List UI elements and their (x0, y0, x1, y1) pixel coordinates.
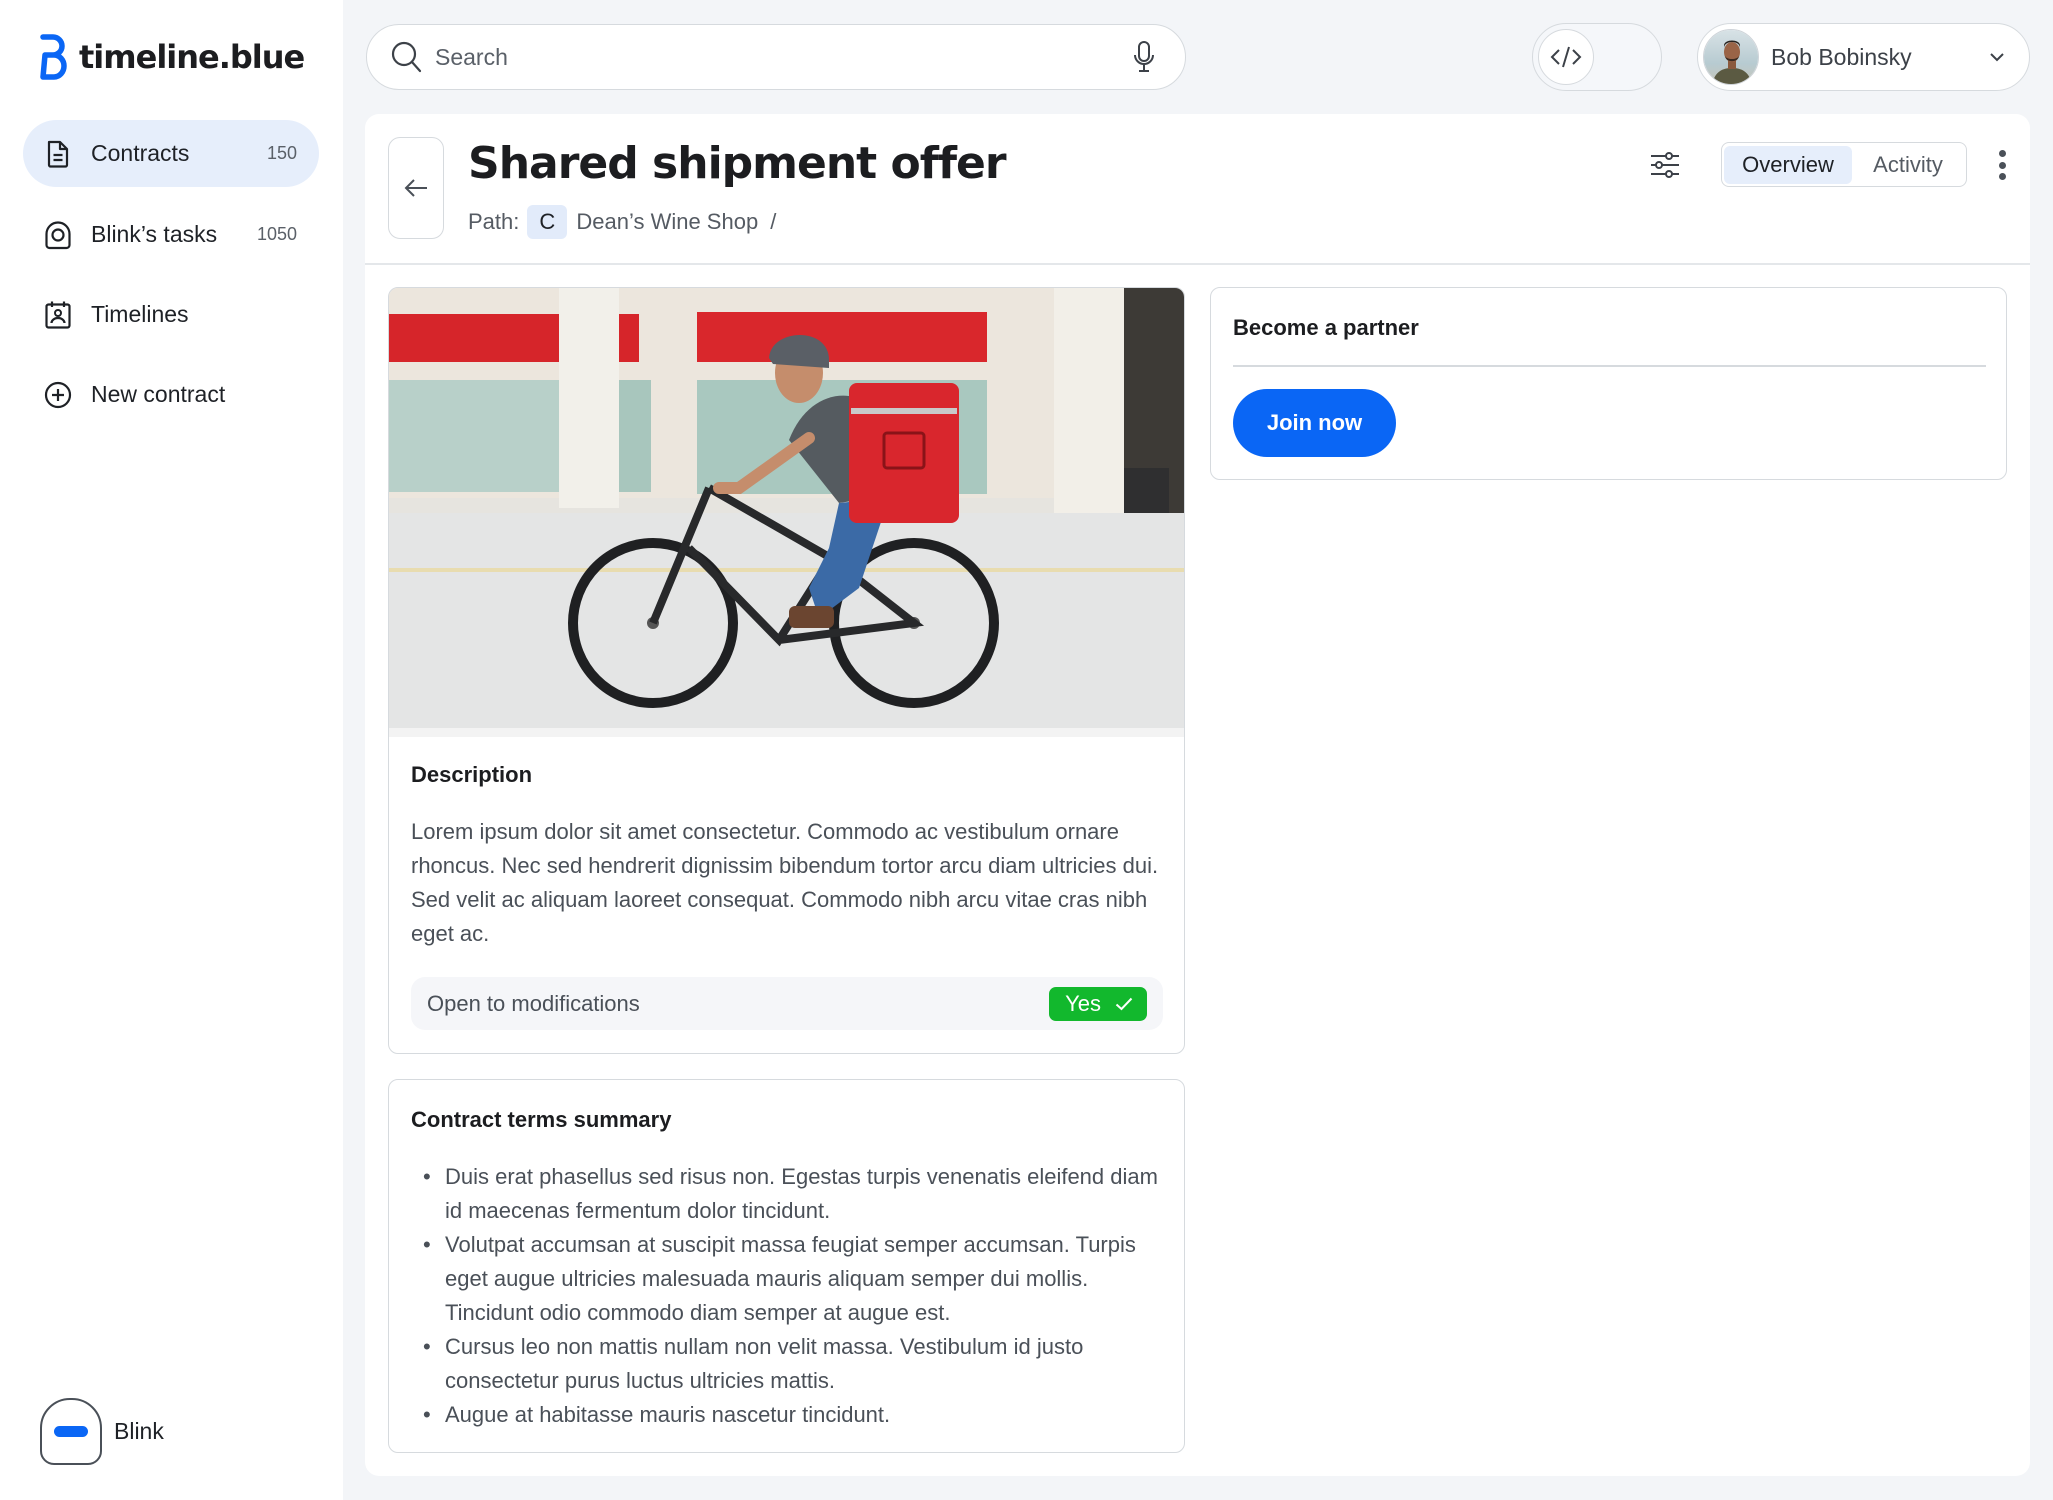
path-separator: / (770, 209, 777, 234)
sidebar-item-count: 150 (266, 143, 297, 163)
sidebar-item-label: Blink’s tasks (91, 221, 218, 247)
avatar (1703, 29, 1759, 85)
toggle-knob (1538, 29, 1594, 85)
hero-image (389, 288, 1184, 737)
plus-circle-icon (43, 380, 73, 410)
sidebar-item-count: 1050 (256, 224, 297, 244)
brand-name: timeline.blue (79, 38, 305, 76)
blink-assistant-icon (40, 1398, 102, 1465)
blink-assistant[interactable]: Blink (40, 1398, 164, 1465)
list-item: Volutpat accumsan at suscipit massa feug… (411, 1228, 1171, 1330)
status-badge: Yes (1049, 986, 1147, 1021)
partner-card: Become a partner Join now (1210, 287, 2007, 480)
blink-label: Blink (114, 1418, 164, 1444)
user-name: Bob Bobinsky (1771, 43, 1912, 70)
sidebar-item-timelines[interactable]: Timelines (23, 281, 319, 348)
join-now-button[interactable]: Join now (1233, 389, 1396, 457)
sidebar-item-label: Timelines (91, 301, 189, 327)
back-button[interactable] (388, 137, 444, 239)
description-heading: Description (411, 762, 533, 787)
modifications-label: Open to modifications (427, 990, 640, 1016)
sidebar-item-label: New contract (91, 381, 226, 407)
filter-settings-icon[interactable] (1650, 150, 1680, 180)
brand-logo-icon (40, 34, 67, 80)
microphone-icon[interactable] (1131, 40, 1157, 74)
arrow-left-icon (404, 179, 427, 197)
sidebar-item-label: Contracts (91, 140, 190, 166)
terms-list: Duis erat phasellus sed risus non. Egest… (411, 1160, 1171, 1432)
divider (1233, 365, 1986, 367)
code-view-toggle[interactable] (1532, 23, 1662, 91)
terms-heading: Contract terms summary (411, 1107, 672, 1132)
list-item: Duis erat phasellus sed risus non. Egest… (411, 1160, 1171, 1228)
blink-tasks-icon (43, 220, 73, 250)
sidebar-item-new-contract[interactable]: New contract (23, 361, 319, 428)
breadcrumb: Path: C Dean’s Wine Shop / (468, 205, 776, 239)
logo[interactable]: timeline.blue (40, 34, 305, 80)
page-title: Shared shipment offer (468, 138, 1007, 189)
main-panel: Shared shipment offer Path: C Dean’s Win… (365, 114, 2030, 1476)
search-input[interactable] (435, 43, 1131, 71)
status-badge-label: Yes (1065, 990, 1101, 1016)
list-item: Augue at habitasse mauris nascetur tinci… (411, 1398, 1171, 1432)
description-card: Description Lorem ipsum dolor sit amet c… (388, 287, 1185, 1054)
sidebar: timeline.blue Contracts 150 Blink’s task… (0, 0, 343, 1500)
search-icon (391, 41, 422, 73)
partner-heading: Become a partner (1233, 315, 1419, 340)
path-item[interactable]: Dean’s Wine Shop (576, 209, 758, 235)
document-icon (43, 139, 73, 169)
contract-terms-card: Contract terms summary Duis erat phasell… (388, 1079, 1185, 1453)
chevron-down-icon (1990, 53, 2004, 62)
modifications-row: Open to modifications Yes (411, 977, 1163, 1030)
check-icon (1115, 997, 1133, 1010)
code-icon (1550, 46, 1582, 68)
tab-activity[interactable]: Activity (1852, 146, 1964, 184)
blink-eye (54, 1426, 88, 1437)
header-divider (365, 263, 2030, 265)
list-item: Cursus leo non mattis nullam non velit m… (411, 1330, 1171, 1398)
calendar-person-icon (43, 300, 73, 330)
user-menu[interactable]: Bob Bobinsky (1697, 23, 2030, 91)
view-tabs: Overview Activity (1721, 142, 1967, 187)
description-text: Lorem ipsum dolor sit amet consectetur. … (411, 819, 1159, 946)
more-options-icon[interactable] (1997, 150, 2007, 180)
sidebar-item-blinks-tasks[interactable]: Blink’s tasks 1050 (23, 201, 319, 268)
path-chip[interactable]: C (527, 205, 568, 239)
search-bar[interactable] (366, 24, 1186, 90)
path-label: Path: (468, 209, 520, 234)
tab-overview[interactable]: Overview (1724, 145, 1852, 184)
sidebar-item-contracts[interactable]: Contracts 150 (23, 120, 319, 187)
